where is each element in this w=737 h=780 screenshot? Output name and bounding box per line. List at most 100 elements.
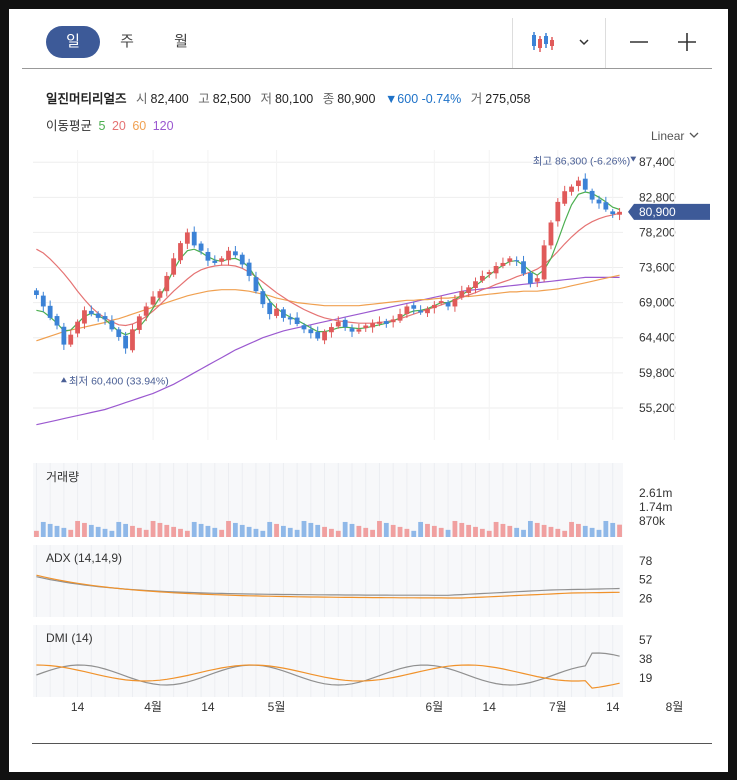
volume-bar bbox=[404, 528, 410, 537]
candle-body bbox=[411, 305, 417, 309]
candle-body bbox=[377, 321, 382, 324]
volume-bar bbox=[541, 524, 547, 537]
candle-body bbox=[459, 291, 465, 298]
volume-bar bbox=[445, 529, 451, 537]
volume-bar bbox=[335, 530, 341, 537]
candle-body bbox=[95, 313, 101, 318]
candle-body bbox=[212, 260, 218, 263]
volume-bar bbox=[486, 530, 492, 537]
volume-bar bbox=[425, 523, 430, 537]
candle-body bbox=[562, 191, 568, 204]
candle-body bbox=[61, 326, 67, 345]
candle-body bbox=[603, 202, 609, 210]
volume-bar bbox=[562, 530, 568, 537]
candle-body bbox=[390, 319, 396, 323]
volume-bar bbox=[589, 527, 595, 537]
volume-bar bbox=[617, 524, 622, 537]
candle-body bbox=[425, 308, 430, 314]
x-tick-label: 8월 bbox=[666, 700, 684, 714]
candle-body bbox=[253, 277, 259, 292]
candle-body bbox=[507, 258, 513, 262]
ma5-line bbox=[36, 191, 620, 336]
volume-bar bbox=[34, 530, 39, 537]
candle-body bbox=[576, 180, 581, 187]
candle-body bbox=[315, 331, 321, 339]
candle-body bbox=[569, 186, 574, 192]
candle-body bbox=[452, 298, 458, 307]
candle-body bbox=[322, 331, 327, 341]
volume-panel-bg bbox=[33, 463, 623, 537]
x-tick-label: 4월 bbox=[144, 700, 162, 714]
volume-bar bbox=[555, 528, 561, 537]
x-tick-label: 5월 bbox=[268, 700, 286, 714]
volume-bar bbox=[418, 521, 424, 537]
volume-bar bbox=[596, 529, 602, 537]
ma20-line bbox=[36, 212, 620, 327]
candle-body bbox=[486, 272, 492, 275]
volume-bar bbox=[534, 522, 540, 537]
volume-bar bbox=[452, 520, 458, 537]
volume-bar bbox=[507, 525, 513, 537]
volume-bar bbox=[40, 521, 46, 537]
volume-bar bbox=[383, 522, 389, 537]
price-tick-label: 78,200 bbox=[639, 225, 676, 239]
candle-body bbox=[281, 309, 286, 318]
adx-title: ADX (14,14,9) bbox=[46, 551, 122, 565]
candle-body bbox=[534, 278, 540, 282]
volume-bar bbox=[527, 520, 533, 537]
candle-body bbox=[445, 302, 451, 307]
candle-body bbox=[267, 302, 273, 315]
adx-tick-label: 26 bbox=[639, 591, 653, 605]
candle-body bbox=[548, 222, 554, 246]
candle-body bbox=[130, 329, 135, 351]
candle-body bbox=[589, 190, 595, 200]
dmi-tick-label: 57 bbox=[639, 633, 653, 647]
candle-body bbox=[226, 250, 231, 261]
volume-bar bbox=[102, 528, 108, 537]
stock-chart[interactable]: 87,400 82,800 78,200 73,600 69,000 64,400 59,8… bbox=[0, 0, 737, 780]
volume-bar bbox=[349, 523, 355, 537]
volume-bar bbox=[459, 522, 465, 537]
price-tick-label: 59,800 bbox=[639, 366, 676, 380]
volume-title: 거래량 bbox=[46, 470, 79, 484]
candle-body bbox=[178, 243, 183, 261]
x-tick-label: 14 bbox=[201, 700, 215, 714]
candle-body bbox=[239, 254, 245, 265]
volume-bar bbox=[377, 520, 382, 537]
candle-body bbox=[40, 295, 46, 307]
volume-tick-label: 870k bbox=[639, 514, 666, 528]
candle-body bbox=[521, 261, 526, 274]
volume-bar bbox=[287, 527, 293, 537]
volume-bar bbox=[157, 522, 163, 537]
volume-bar bbox=[582, 525, 588, 537]
volume-bar bbox=[260, 530, 266, 537]
volume-bar bbox=[479, 528, 485, 537]
volume-bar bbox=[610, 522, 616, 537]
volume-bar bbox=[493, 521, 499, 537]
candle-body bbox=[75, 321, 80, 334]
volume-bar bbox=[390, 524, 396, 537]
last-price-label: 80,900 bbox=[639, 205, 676, 219]
volume-bar bbox=[150, 520, 156, 537]
candle-body bbox=[610, 211, 616, 215]
volume-bar bbox=[438, 527, 444, 537]
x-tick-label: 14 bbox=[71, 700, 85, 714]
volume-bar bbox=[130, 525, 135, 537]
candle-body bbox=[109, 320, 115, 330]
volume-bar bbox=[521, 529, 526, 537]
candle-body bbox=[493, 266, 499, 274]
volume-bar bbox=[576, 523, 581, 537]
candle-body bbox=[54, 316, 60, 326]
candle-body bbox=[157, 291, 163, 298]
candle-body bbox=[500, 262, 506, 266]
candle-body bbox=[116, 329, 122, 337]
candle-body bbox=[370, 323, 375, 328]
max-price-label: 최고 86,300 (-6.26%) bbox=[533, 156, 631, 168]
x-tick-label: 14 bbox=[606, 700, 620, 714]
volume-bar bbox=[226, 520, 231, 537]
volume-bar bbox=[342, 521, 348, 537]
volume-bar bbox=[267, 521, 273, 537]
candle-body bbox=[123, 335, 129, 349]
candle-body bbox=[88, 310, 94, 315]
volume-bar bbox=[294, 529, 300, 537]
